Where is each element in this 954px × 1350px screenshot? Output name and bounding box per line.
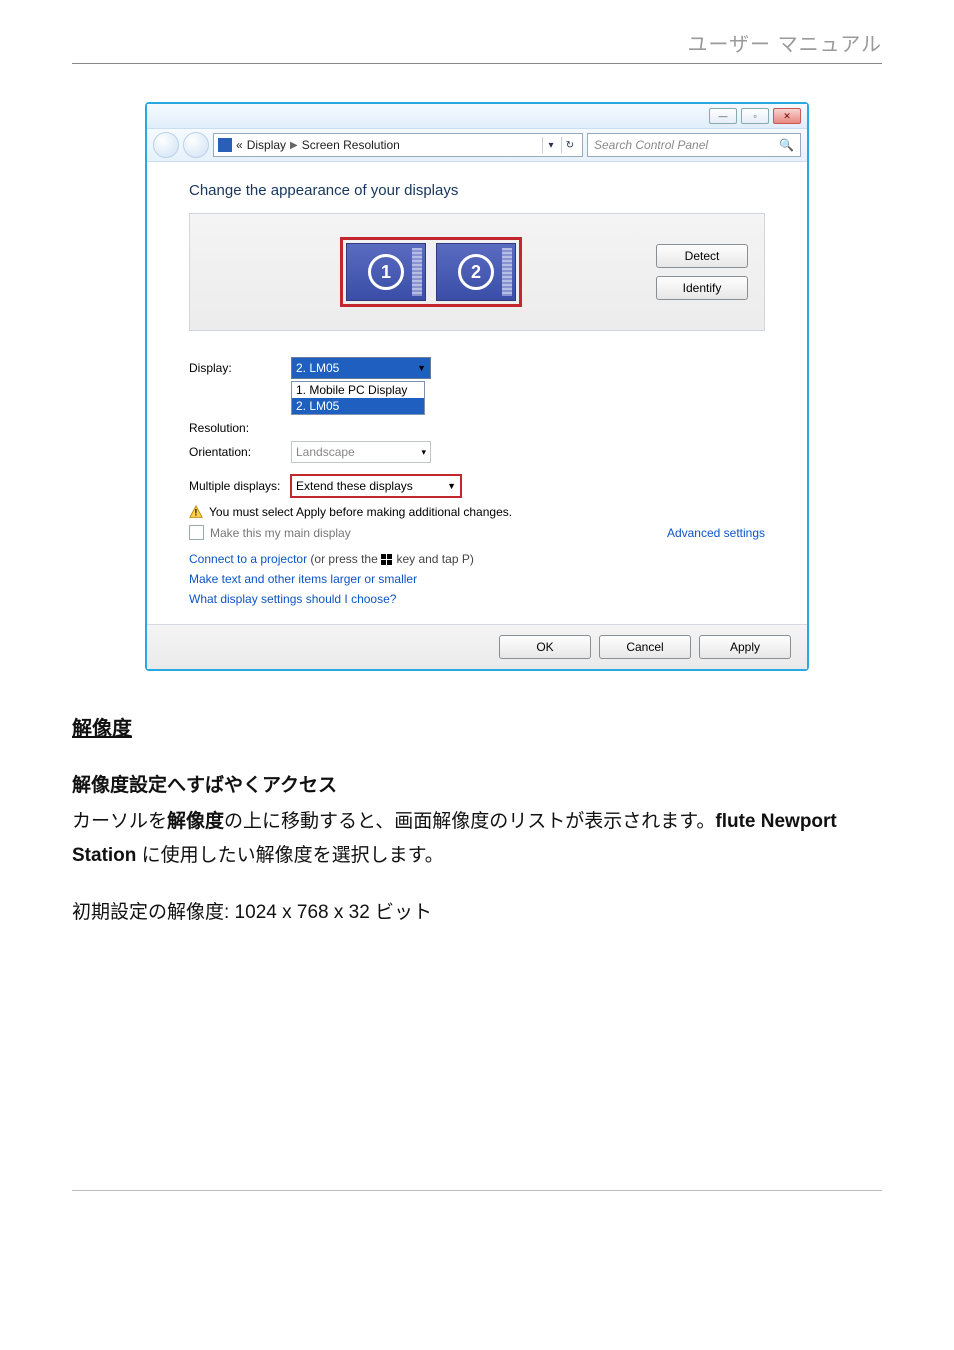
- address-bar[interactable]: « Display ▶ Screen Resolution ▾ ↻: [213, 133, 583, 157]
- monitor-2-number: 2: [458, 254, 494, 290]
- back-button[interactable]: [153, 132, 179, 158]
- multiple-displays-value: Extend these displays: [296, 479, 413, 493]
- page-title: Change the appearance of your displays: [189, 182, 765, 199]
- monitor-1[interactable]: 1: [346, 243, 426, 301]
- minimize-button[interactable]: —: [709, 108, 737, 124]
- close-button[interactable]: ✕: [773, 108, 801, 124]
- monitor-2[interactable]: 2: [436, 243, 516, 301]
- connect-projector-link[interactable]: Connect to a projector (or press the key…: [189, 552, 765, 566]
- search-input[interactable]: Search Control Panel 🔍: [587, 133, 801, 157]
- detect-button[interactable]: Detect: [656, 244, 748, 268]
- window-titlebar: — ▫ ✕: [147, 104, 807, 128]
- address-dropdown-icon[interactable]: ▾: [542, 137, 559, 153]
- display-option-2[interactable]: 2. LM05: [292, 398, 424, 414]
- orientation-value: Landscape: [296, 445, 355, 459]
- projector-link-text: Connect to a projector: [189, 552, 307, 566]
- page-footer-rule: [72, 1190, 882, 1191]
- cancel-button[interactable]: Cancel: [599, 635, 691, 659]
- apply-warning: ! You must select Apply before making ad…: [189, 505, 765, 519]
- which-settings-link[interactable]: What display settings should I choose?: [189, 592, 765, 606]
- orientation-dropdown[interactable]: Landscape ▾: [291, 441, 431, 463]
- projector-hint-a: (or press the: [307, 552, 381, 566]
- svg-text:!: !: [195, 508, 198, 518]
- document-body: 解像度 解像度設定へすばやくアクセス カーソルを解像度の上に移動すると、画面解像…: [72, 711, 882, 930]
- apply-button[interactable]: Apply: [699, 635, 791, 659]
- breadcrumb-prefix: «: [236, 138, 243, 152]
- display-dropdown-list[interactable]: 1. Mobile PC Display 2. LM05: [291, 381, 425, 415]
- search-icon: 🔍: [779, 138, 794, 152]
- forward-button[interactable]: [183, 132, 209, 158]
- monitor-highlight-box: 1 2: [340, 237, 522, 307]
- text-size-link[interactable]: Make text and other items larger or smal…: [189, 572, 765, 586]
- orientation-label: Orientation:: [189, 445, 291, 459]
- paragraph-2: 初期設定の解像度: 1024 x 768 x 32 ビット: [72, 896, 882, 930]
- chevron-down-icon: ▼: [447, 481, 456, 491]
- chevron-down-icon: ▼: [417, 363, 426, 373]
- breadcrumb-separator: ▶: [290, 140, 298, 151]
- maximize-button[interactable]: ▫: [741, 108, 769, 124]
- identify-button[interactable]: Identify: [656, 276, 748, 300]
- display-preview: 1 2 Detect Identify: [189, 213, 765, 331]
- resolution-label: Resolution:: [189, 421, 291, 435]
- paragraph-1: カーソルを解像度の上に移動すると、画面解像度のリストが表示されます。flute …: [72, 805, 882, 873]
- nav-bar: « Display ▶ Screen Resolution ▾ ↻ Search…: [147, 128, 807, 162]
- display-dropdown-value: 2. LM05: [296, 361, 339, 375]
- main-display-label: Make this my main display: [210, 526, 351, 540]
- main-display-checkbox[interactable]: [189, 525, 204, 540]
- breadcrumb-screen-resolution[interactable]: Screen Resolution: [302, 138, 400, 152]
- projector-hint-b: key and tap P): [393, 552, 474, 566]
- multiple-displays-label: Multiple displays:: [189, 479, 291, 493]
- chevron-down-icon: ▾: [421, 447, 426, 458]
- breadcrumb-display[interactable]: Display: [247, 138, 286, 152]
- page-header: ユーザー マニュアル: [72, 28, 882, 64]
- display-label: Display:: [189, 361, 291, 375]
- control-panel-icon: [218, 138, 232, 152]
- windows-key-icon: [381, 554, 393, 566]
- display-option-1[interactable]: 1. Mobile PC Display: [292, 382, 424, 398]
- warning-text: You must select Apply before making addi…: [209, 505, 512, 519]
- search-placeholder: Search Control Panel: [594, 138, 708, 152]
- dialog-footer: OK Cancel Apply: [147, 624, 807, 669]
- screen-resolution-window: — ▫ ✕ « Display ▶ Screen Resolution ▾ ↻ …: [145, 102, 809, 671]
- ok-button[interactable]: OK: [499, 635, 591, 659]
- refresh-icon[interactable]: ↻: [561, 137, 578, 153]
- section-heading: 解像度: [72, 711, 882, 747]
- multiple-displays-dropdown[interactable]: Extend these displays ▼: [291, 475, 461, 497]
- warning-icon: !: [189, 505, 203, 519]
- monitor-1-number: 1: [368, 254, 404, 290]
- display-dropdown[interactable]: 2. LM05 ▼: [291, 357, 431, 379]
- subsection-heading: 解像度設定へすばやくアクセス: [72, 769, 882, 803]
- advanced-settings-link[interactable]: Advanced settings: [667, 526, 765, 540]
